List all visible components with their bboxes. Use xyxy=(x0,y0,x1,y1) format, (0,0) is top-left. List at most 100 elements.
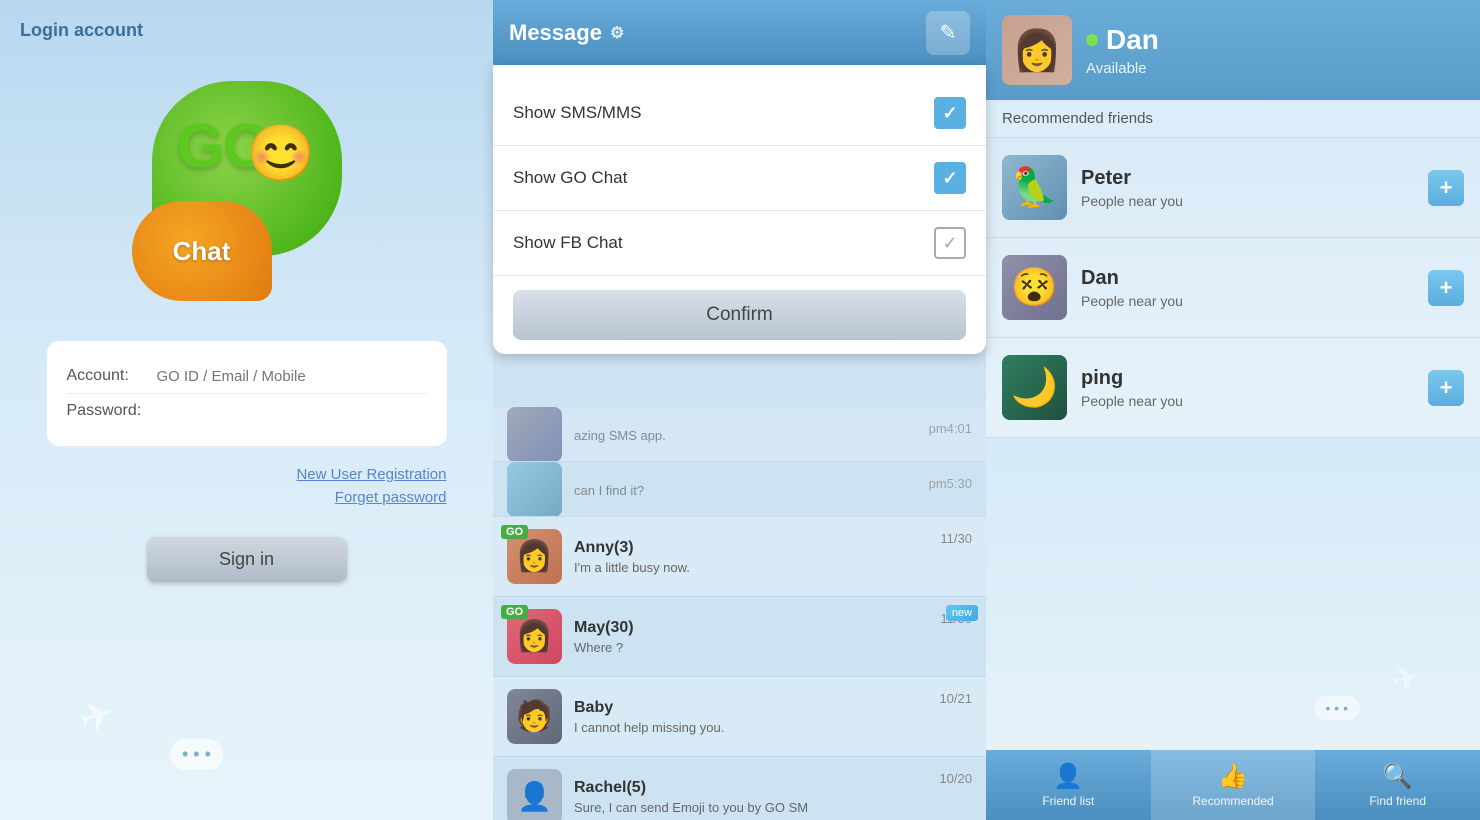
recommended-label: Recommended xyxy=(1192,794,1273,808)
chat-logo-text: Chat xyxy=(173,236,231,267)
add-dan-button[interactable]: + xyxy=(1428,270,1464,306)
friend-desc-ping: People near you xyxy=(1081,393,1428,409)
current-user-avatar-img: 👩 xyxy=(1002,15,1072,85)
password-input[interactable] xyxy=(157,403,427,420)
msg-content-anny: Anny(3) I'm a little busy now. xyxy=(574,539,940,575)
friend-item-peter[interactable]: 🦜 Peter People near you + xyxy=(986,138,1480,238)
find-friend-label: Find friend xyxy=(1369,794,1426,808)
avatar-face-dan: 👩 xyxy=(1002,15,1072,85)
friend-list-label: Friend list xyxy=(1042,794,1094,808)
badge-go-anny: GO xyxy=(501,525,528,539)
go-chat-checkmark: ✓ xyxy=(942,168,957,189)
go-chat-option[interactable]: Show GO Chat ✓ xyxy=(493,146,986,211)
msg-preview-rachel: Sure, I can send Emoji to you by GO SM xyxy=(574,800,854,815)
current-user-name: Dan xyxy=(1106,24,1159,56)
friend-name-peter: Peter xyxy=(1081,167,1428,190)
orange-bubble: Chat xyxy=(132,201,272,301)
msg-name-rachel: Rachel(5) xyxy=(574,779,939,797)
message-panel: Message ⚙ ✎ Show SMS/MMS ✓ Show GO Chat … xyxy=(493,0,986,820)
add-peter-button[interactable]: + xyxy=(1428,170,1464,206)
msg-content-hidden-1: azing SMS app. xyxy=(574,425,929,443)
msg-content-rachel: Rachel(5) Sure, I can send Emoji to you … xyxy=(574,779,939,815)
friend-avatar-peter: 🦜 xyxy=(1002,155,1067,220)
new-badge-may: new xyxy=(946,605,978,621)
dots-bubble-left: • • • xyxy=(170,739,223,770)
friend-list-icon: 👤 xyxy=(1053,762,1083,791)
confirm-row: Confirm xyxy=(493,276,986,354)
msg-content-may: May(30) Where ? xyxy=(574,619,940,655)
message-header: Message ⚙ ✎ xyxy=(493,0,986,65)
friend-name-dan: Dan xyxy=(1081,267,1428,290)
friend-item-ping[interactable]: 🌙 ping People near you + xyxy=(986,338,1480,438)
badge-go-may: GO xyxy=(501,605,528,619)
nav-recommended[interactable]: 👍 Recommended xyxy=(1151,750,1316,820)
conversation-anny[interactable]: GO 👩 Anny(3) I'm a little busy now. 11/3… xyxy=(493,517,986,597)
current-user-status: Available xyxy=(1086,60,1464,77)
friend-avatar-img-dan: 😵 xyxy=(1002,255,1067,320)
go-chat-label: Show GO Chat xyxy=(513,168,627,188)
login-form: Account: Password: xyxy=(47,341,447,446)
conversation-may[interactable]: GO 👩 May(30) Where ? 11/30 new xyxy=(493,597,986,677)
msg-preview-anny: I'm a little busy now. xyxy=(574,560,854,575)
friend-avatar-img-peter: 🦜 xyxy=(1002,155,1067,220)
sms-mms-option[interactable]: Show SMS/MMS ✓ xyxy=(493,81,986,146)
compose-button[interactable]: ✎ xyxy=(926,11,970,55)
account-label: Account: xyxy=(67,367,157,385)
login-panel: Login account GO 😊 Chat Account: Passwor… xyxy=(0,0,493,820)
msg-content-baby: Baby I cannot help missing you. xyxy=(574,699,939,735)
msg-preview-hidden-2: can I find it? xyxy=(574,483,854,498)
hidden-message-1[interactable]: azing SMS app. pm4:01 xyxy=(493,407,986,462)
bottom-navigation: 👤 Friend list 👍 Recommended 🔍 Find frien… xyxy=(986,750,1480,820)
recommended-icon: 👍 xyxy=(1218,762,1248,791)
sms-mms-checkbox[interactable]: ✓ xyxy=(934,97,966,129)
message-title-text: Message xyxy=(509,20,602,46)
go-chat-checkbox[interactable]: ✓ xyxy=(934,162,966,194)
msg-name-anny: Anny(3) xyxy=(574,539,940,557)
friend-info-ping: ping People near you xyxy=(1081,367,1428,409)
fb-chat-checkbox[interactable]: ✓ xyxy=(934,227,966,259)
msg-name-baby: Baby xyxy=(574,699,939,717)
current-user-name-row: Dan xyxy=(1086,24,1464,56)
friend-name-ping: ping xyxy=(1081,367,1428,390)
sms-mms-checkmark: ✓ xyxy=(942,103,957,124)
nav-friend-list[interactable]: 👤 Friend list xyxy=(986,750,1151,820)
new-user-link[interactable]: New User Registration xyxy=(47,466,447,483)
avatar-baby: 🧑 xyxy=(507,689,562,744)
friend-desc-dan: People near you xyxy=(1081,293,1428,309)
recommended-title: Recommended friends xyxy=(986,100,1480,138)
current-user-info: Dan Available xyxy=(1086,24,1464,77)
conversation-baby[interactable]: 🧑 Baby I cannot help missing you. 10/21 xyxy=(493,677,986,757)
msg-preview-hidden-1: azing SMS app. xyxy=(574,428,854,443)
msg-time-rachel: 10/20 xyxy=(939,771,972,786)
msg-preview-may: Where ? xyxy=(574,640,854,655)
forget-password-link[interactable]: Forget password xyxy=(47,489,447,506)
signin-button[interactable]: Sign in xyxy=(147,537,347,582)
friend-avatar-ping: 🌙 xyxy=(1002,355,1067,420)
msg-content-hidden-2: can I find it? xyxy=(574,480,929,498)
msg-time-baby: 10/21 xyxy=(939,691,972,706)
links-area: New User Registration Forget password xyxy=(47,466,447,512)
avatar-hidden-1 xyxy=(507,407,562,462)
nav-find-friend[interactable]: 🔍 Find friend xyxy=(1315,750,1480,820)
conversation-rachel[interactable]: 👤 Rachel(5) Sure, I can send Emoji to yo… xyxy=(493,757,986,820)
fb-chat-label: Show FB Chat xyxy=(513,233,623,253)
avatar-hidden-2 xyxy=(507,462,562,517)
filter-dropdown: Show SMS/MMS ✓ Show GO Chat ✓ Show FB Ch… xyxy=(493,65,986,354)
friend-info-peter: Peter People near you xyxy=(1081,167,1428,209)
friend-item-dan[interactable]: 😵 Dan People near you + xyxy=(986,238,1480,338)
people-panel: 👩 Dan Available Recommended friends 🦜 Pe… xyxy=(986,0,1480,820)
add-ping-button[interactable]: + xyxy=(1428,370,1464,406)
arrow-indicator xyxy=(730,71,750,81)
message-list: azing SMS app. pm4:01 can I find it? pm5… xyxy=(493,405,986,820)
account-input[interactable] xyxy=(157,368,427,385)
message-settings-icon[interactable]: ⚙ xyxy=(610,23,624,43)
avatar-img-hidden-1 xyxy=(507,407,562,462)
compose-icon: ✎ xyxy=(940,20,957,45)
current-user-avatar: 👩 xyxy=(1002,15,1072,85)
hidden-message-2[interactable]: can I find it? pm5:30 xyxy=(493,462,986,517)
msg-time-anny: 11/30 xyxy=(940,531,972,546)
friend-avatar-img-ping: 🌙 xyxy=(1002,355,1067,420)
fb-chat-option[interactable]: Show FB Chat ✓ xyxy=(493,211,986,276)
paper-plane-icon-left: ✈ xyxy=(73,690,120,745)
confirm-button[interactable]: Confirm xyxy=(513,290,966,340)
